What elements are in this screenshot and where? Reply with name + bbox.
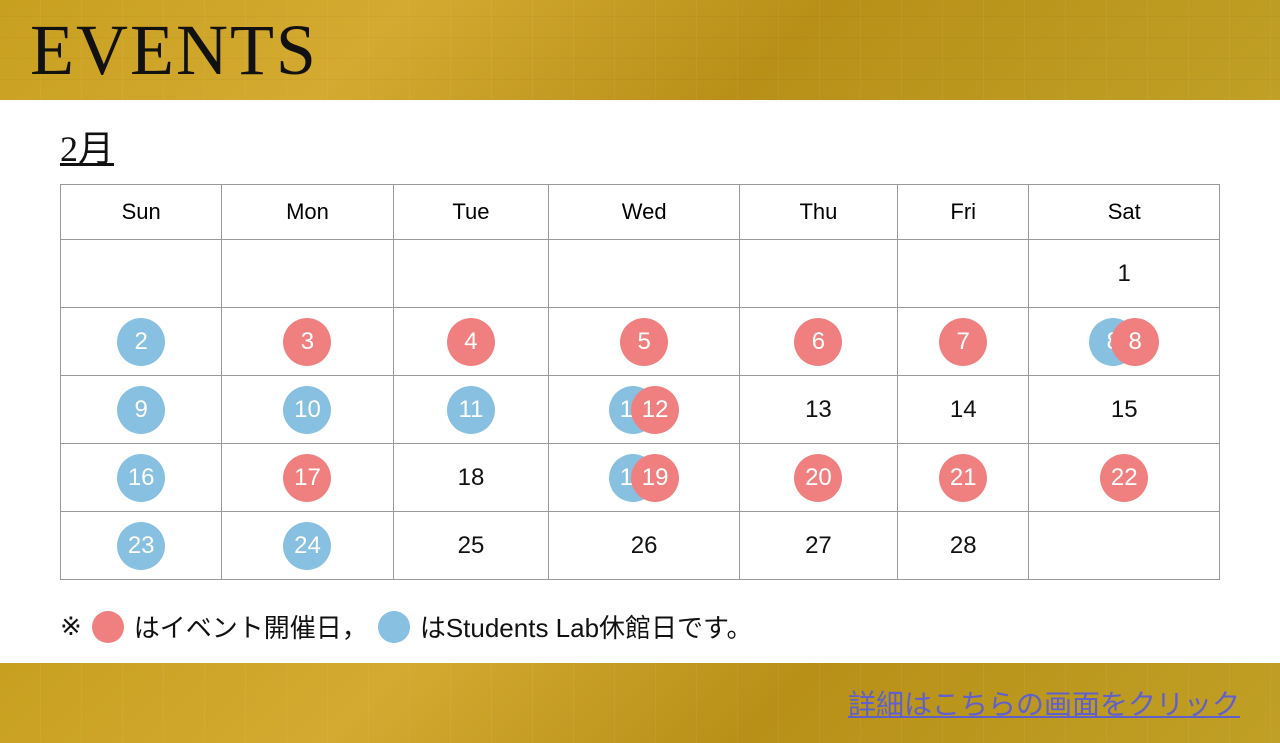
red-circle: 3 bbox=[283, 318, 331, 366]
legend-red-circle bbox=[92, 611, 124, 643]
red-circle: 5 bbox=[620, 318, 668, 366]
table-row: 22 bbox=[1029, 444, 1220, 512]
footer[interactable]: 詳細はこちらの画面をクリック bbox=[0, 663, 1280, 743]
double-circle: 1212 bbox=[609, 386, 679, 434]
col-wed: Wed bbox=[549, 185, 739, 240]
col-thu: Thu bbox=[739, 185, 897, 240]
blue-circle: 24 bbox=[283, 522, 331, 570]
table-row bbox=[393, 240, 549, 308]
table-row: 17 bbox=[222, 444, 393, 512]
table-row: 1919 bbox=[549, 444, 739, 512]
red-circle: 20 bbox=[794, 454, 842, 502]
table-row: 21 bbox=[897, 444, 1028, 512]
day-number: 14 bbox=[950, 396, 977, 424]
red-circle: 12 bbox=[631, 386, 679, 434]
col-sat: Sat bbox=[1029, 185, 1220, 240]
legend: ※ はイベント開催日， はStudents Lab休館日です。 bbox=[0, 590, 1280, 663]
table-row: 24 bbox=[222, 512, 393, 580]
red-circle: 7 bbox=[939, 318, 987, 366]
page-title: EVENTS bbox=[30, 9, 318, 92]
table-row: 25 bbox=[393, 512, 549, 580]
header: EVENTS bbox=[0, 0, 1280, 100]
day-number: 18 bbox=[458, 464, 485, 492]
double-circle: 1919 bbox=[609, 454, 679, 502]
main-content: 2月 Sun Mon Tue Wed Thu Fri Sat 123456788… bbox=[0, 100, 1280, 590]
table-row bbox=[549, 240, 739, 308]
red-circle: 8 bbox=[1111, 318, 1159, 366]
blue-circle: 11 bbox=[447, 386, 495, 434]
calendar-week-1: 2 3 4 5 6 7 88 bbox=[61, 308, 1220, 376]
red-circle: 6 bbox=[794, 318, 842, 366]
day-number: 15 bbox=[1111, 396, 1138, 424]
calendar-week-3: 16 17 18 1919 20 21 22 bbox=[61, 444, 1220, 512]
legend-blue-circle bbox=[378, 611, 410, 643]
calendar-table: Sun Mon Tue Wed Thu Fri Sat 123456788910… bbox=[60, 184, 1220, 580]
table-row: 14 bbox=[897, 376, 1028, 444]
footer-link[interactable]: 詳細はこちらの画面をクリック bbox=[848, 683, 1240, 723]
day-number: 28 bbox=[950, 532, 977, 560]
table-row bbox=[739, 240, 897, 308]
table-row: 7 bbox=[897, 308, 1028, 376]
col-tue: Tue bbox=[393, 185, 549, 240]
table-row bbox=[61, 240, 222, 308]
table-row bbox=[1029, 512, 1220, 580]
blue-circle: 2 bbox=[117, 318, 165, 366]
table-row: 27 bbox=[739, 512, 897, 580]
table-row bbox=[897, 240, 1028, 308]
blue-circle: 9 bbox=[117, 386, 165, 434]
table-row: 6 bbox=[739, 308, 897, 376]
day-number: 13 bbox=[805, 396, 832, 424]
col-mon: Mon bbox=[222, 185, 393, 240]
table-row: 2 bbox=[61, 308, 222, 376]
calendar-week-4: 23 24 25 26 27 28 bbox=[61, 512, 1220, 580]
red-circle: 19 bbox=[631, 454, 679, 502]
table-row: 4 bbox=[393, 308, 549, 376]
legend-blue-label: はStudents Lab休館日です。 bbox=[420, 608, 753, 645]
table-row: 26 bbox=[549, 512, 739, 580]
blue-circle: 23 bbox=[117, 522, 165, 570]
legend-red-label: はイベント開催日， bbox=[134, 608, 368, 645]
red-circle: 21 bbox=[939, 454, 987, 502]
table-row: 15 bbox=[1029, 376, 1220, 444]
blue-circle: 10 bbox=[283, 386, 331, 434]
calendar-week-2: 9 10 11 1212 13 14 15 bbox=[61, 376, 1220, 444]
table-row: 28 bbox=[897, 512, 1028, 580]
red-circle: 17 bbox=[283, 454, 331, 502]
table-row: 1212 bbox=[549, 376, 739, 444]
day-number: 25 bbox=[458, 532, 485, 560]
red-circle: 4 bbox=[447, 318, 495, 366]
day-number: 27 bbox=[805, 532, 832, 560]
calendar-week-0: 1 bbox=[61, 240, 1220, 308]
table-row bbox=[222, 240, 393, 308]
table-row: 16 bbox=[61, 444, 222, 512]
table-row: 10 bbox=[222, 376, 393, 444]
col-fri: Fri bbox=[897, 185, 1028, 240]
table-row: 5 bbox=[549, 308, 739, 376]
table-row: 23 bbox=[61, 512, 222, 580]
table-row: 18 bbox=[393, 444, 549, 512]
table-row: 3 bbox=[222, 308, 393, 376]
table-row: 9 bbox=[61, 376, 222, 444]
table-row: 11 bbox=[393, 376, 549, 444]
legend-prefix: ※ bbox=[60, 611, 82, 642]
col-sun: Sun bbox=[61, 185, 222, 240]
red-circle: 22 bbox=[1100, 454, 1148, 502]
day-number: 26 bbox=[631, 532, 658, 560]
month-title: 2月 bbox=[60, 120, 1220, 172]
table-row: 13 bbox=[739, 376, 897, 444]
table-row: 1 bbox=[1029, 240, 1220, 308]
double-circle: 88 bbox=[1089, 318, 1159, 366]
day-number: 1 bbox=[1118, 260, 1131, 288]
blue-circle: 16 bbox=[117, 454, 165, 502]
table-row: 88 bbox=[1029, 308, 1220, 376]
calendar-header-row: Sun Mon Tue Wed Thu Fri Sat bbox=[61, 185, 1220, 240]
table-row: 20 bbox=[739, 444, 897, 512]
